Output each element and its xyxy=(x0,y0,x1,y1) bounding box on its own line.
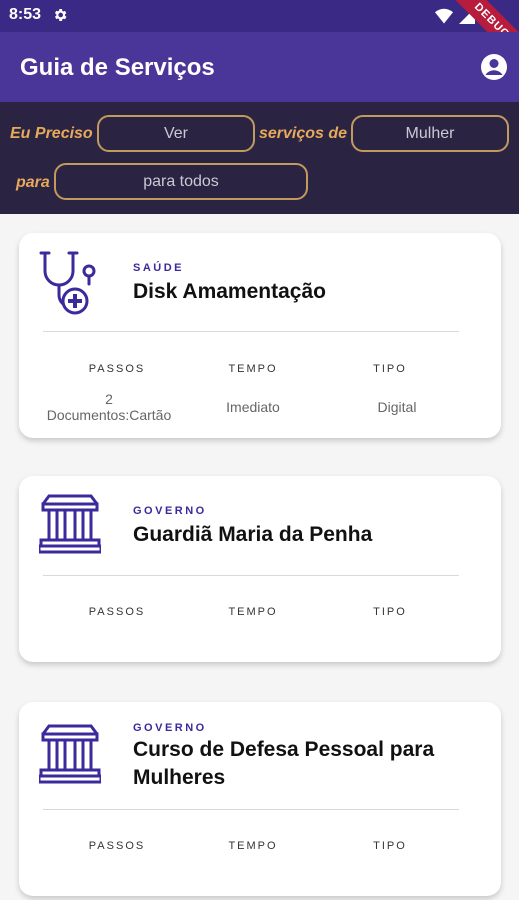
card-category: GOVERNO xyxy=(133,722,207,734)
column-header-steps: PASSOS xyxy=(88,363,146,375)
column-header-type: TIPO xyxy=(373,840,407,852)
column-header-type: TIPO xyxy=(373,606,407,618)
type-value: Digital xyxy=(377,399,417,415)
account-circle-icon xyxy=(481,54,507,80)
government-building-icon xyxy=(37,722,103,792)
scope-selector[interactable]: para todos xyxy=(54,163,308,200)
wifi-icon xyxy=(435,8,453,29)
page-title: Guia de Serviços xyxy=(20,54,215,81)
need-selector[interactable]: Ver xyxy=(97,115,255,152)
audience-selector[interactable]: Mulher xyxy=(351,115,509,152)
column-header-time: TEMPO xyxy=(228,840,278,852)
label-para: para xyxy=(16,174,50,191)
card-category: SAÚDE xyxy=(133,262,185,274)
filter-bar: Eu Preciso Ver serviços de Mulher para p… xyxy=(0,102,519,214)
steps-value: 2 Documentos:Cartão xyxy=(46,391,172,423)
card-divider xyxy=(43,575,459,576)
label-eu-preciso: Eu Preciso xyxy=(10,125,93,142)
column-header-type: TIPO xyxy=(373,363,407,375)
column-header-time: TEMPO xyxy=(228,606,278,618)
stethoscope-icon xyxy=(39,249,101,319)
card-title: Guardiã Maria da Penha xyxy=(133,523,373,546)
app-bar: Guia de Serviços xyxy=(0,32,519,102)
card-divider xyxy=(43,331,459,332)
column-header-time: TEMPO xyxy=(228,363,278,375)
card-title: Disk Amamentação xyxy=(133,280,326,303)
status-bar: 8:53 DEBUG xyxy=(0,0,519,75)
service-card[interactable]: SAÚDE Disk Amamentação PASSOS TEMPO TIPO… xyxy=(19,233,501,438)
government-building-icon xyxy=(37,492,103,562)
card-category: GOVERNO xyxy=(133,505,207,517)
column-header-steps: PASSOS xyxy=(88,840,146,852)
label-servicos-de: serviços de xyxy=(259,125,348,142)
settings-gear-icon xyxy=(52,7,68,28)
column-header-steps: PASSOS xyxy=(88,606,146,618)
time-value: Imediato xyxy=(226,399,280,415)
profile-button[interactable] xyxy=(479,52,509,82)
status-time: 8:53 xyxy=(9,6,42,23)
service-card[interactable]: GOVERNO Curso de Defesa Pessoal para Mul… xyxy=(19,702,501,896)
card-title: Curso de Defesa Pessoal para Mulheres xyxy=(133,738,435,789)
card-divider xyxy=(43,809,459,810)
service-card[interactable]: GOVERNO Guardiã Maria da Penha PASSOS TE… xyxy=(19,476,501,662)
